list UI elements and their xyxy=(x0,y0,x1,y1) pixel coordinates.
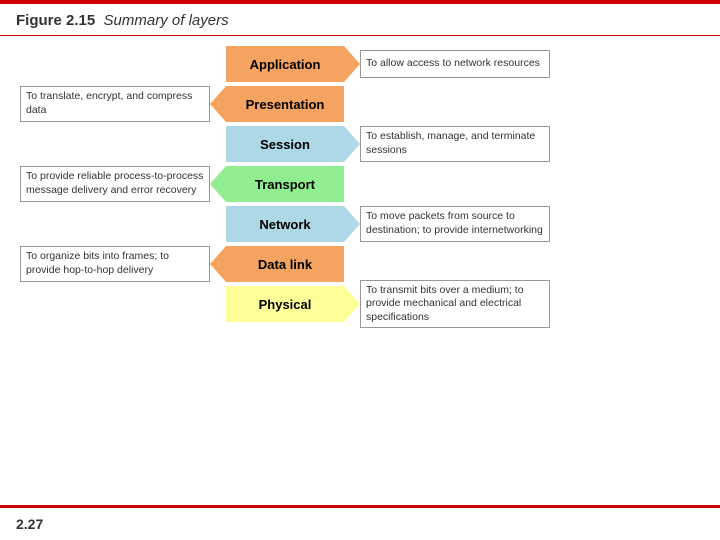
left-desc-transport: To provide reliable process-to-process m… xyxy=(20,166,210,201)
layer-box-presentation: Presentation xyxy=(226,86,344,122)
figure-label: Figure 2.15 Summary of layers xyxy=(16,12,229,29)
layer-row-physical: PhysicalTo transmit bits over a medium; … xyxy=(20,286,700,322)
right-desc-network: To move packets from source to destinati… xyxy=(360,206,550,241)
left-desc-presentation: To translate, encrypt, and compress data xyxy=(20,86,210,121)
main-area: Application To allow access to network re… xyxy=(0,36,720,362)
header: Figure 2.15 Summary of layers xyxy=(0,4,720,36)
layer-box-datalink: Data link xyxy=(226,246,344,282)
arrow-right-physical xyxy=(344,286,360,322)
page-number: 2.27 xyxy=(16,516,43,532)
footer: 2.27 xyxy=(0,505,720,540)
arrow-right-session xyxy=(344,126,360,162)
layer-row-network: Network To move packets from source to de… xyxy=(20,206,700,242)
layer-row-presentation: To translate, encrypt, and compress data… xyxy=(20,86,700,122)
layer-box-session: Session xyxy=(226,126,344,162)
layer-box-transport: Transport xyxy=(226,166,344,202)
arrow-left-presentation xyxy=(210,86,226,122)
diagram: Application To allow access to network re… xyxy=(20,46,700,322)
arrow-right-network xyxy=(344,206,360,242)
right-desc-session: To establish, manage, and terminate sess… xyxy=(360,126,550,161)
layer-box-application: Application xyxy=(226,46,344,82)
layer-box-network: Network xyxy=(226,206,344,242)
right-desc-physical: To transmit bits over a medium; to provi… xyxy=(360,280,550,329)
arrow-right-application xyxy=(344,46,360,82)
layer-row-session: Session To establish, manage, and termina… xyxy=(20,126,700,162)
arrow-left-transport xyxy=(210,166,226,202)
right-desc-application: To allow access to network resources xyxy=(360,50,550,78)
layer-row-application: Application To allow access to network re… xyxy=(20,46,700,82)
layer-row-datalink: To organize bits into frames; to provide… xyxy=(20,246,700,282)
left-desc-datalink: To organize bits into frames; to provide… xyxy=(20,246,210,281)
layer-row-transport: To provide reliable process-to-process m… xyxy=(20,166,700,202)
arrow-left-datalink xyxy=(210,246,226,282)
layer-box-physical: Physical xyxy=(226,286,344,322)
